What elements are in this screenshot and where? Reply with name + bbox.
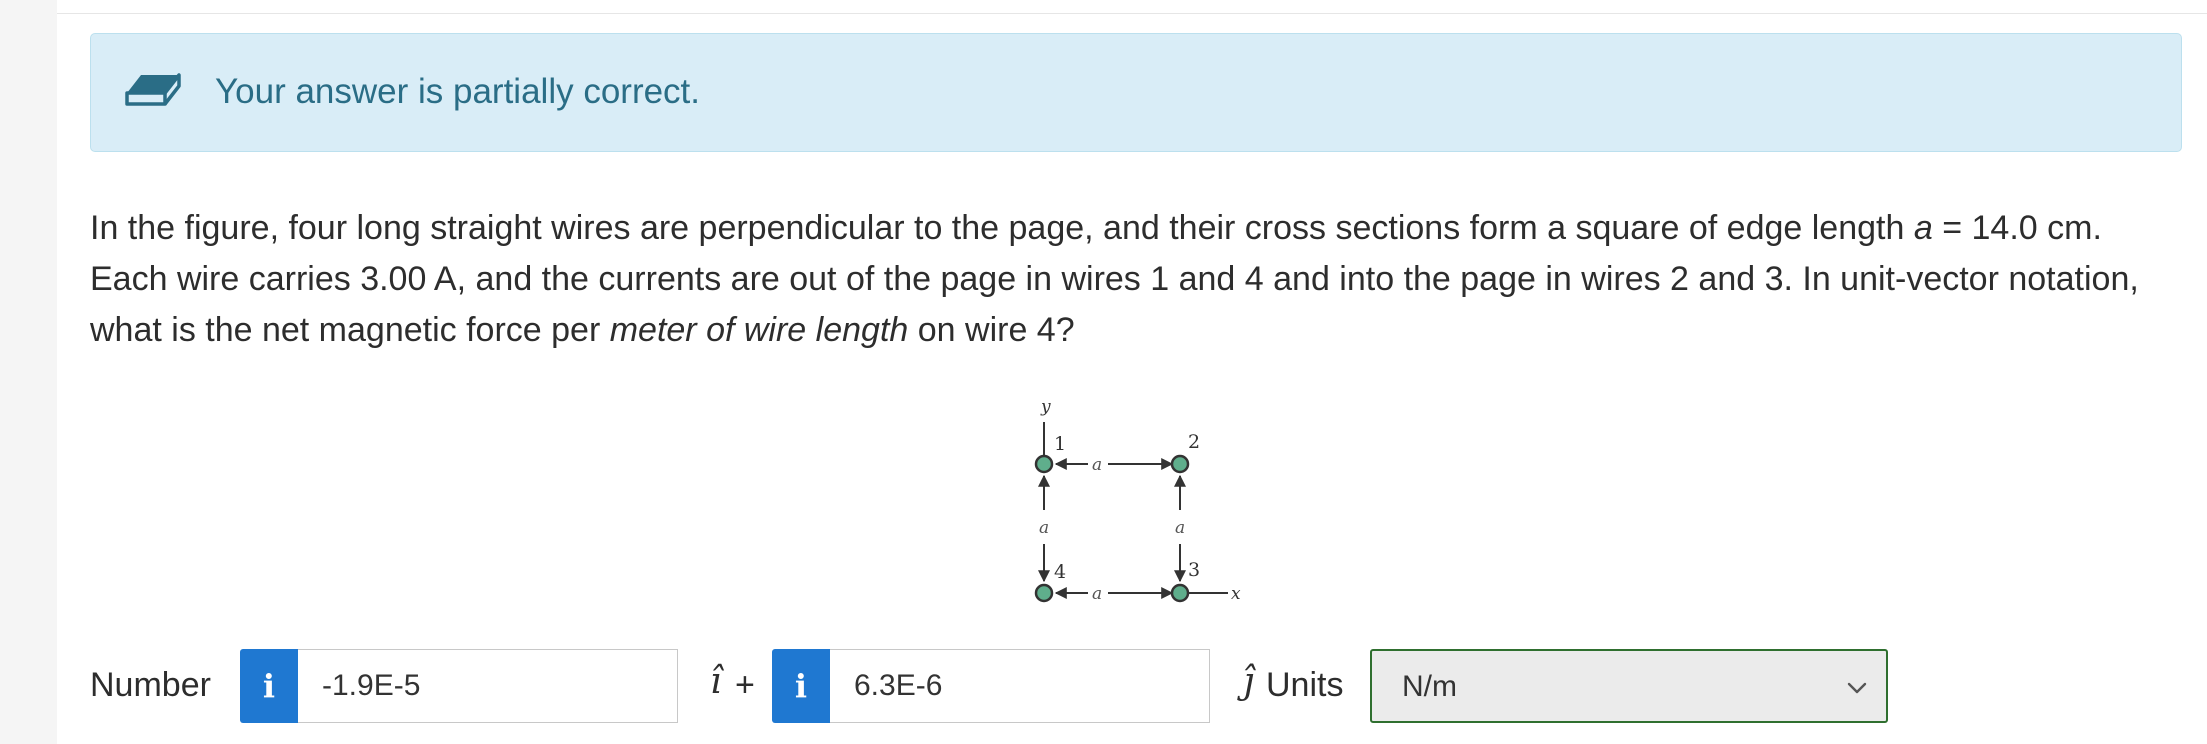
wire-4-marker xyxy=(1034,583,1054,603)
variable-a: a xyxy=(1913,209,1933,247)
question-part-3: on wire 4? xyxy=(908,311,1075,349)
units-label: Units xyxy=(1266,666,1344,704)
number-label: Number xyxy=(90,666,211,704)
eraser-icon xyxy=(125,73,181,106)
feedback-alert: Your answer is partially correct. xyxy=(90,33,2182,152)
question-emphasis: meter of wire length xyxy=(609,311,909,349)
edge-left-label: a xyxy=(1039,518,1049,538)
question-text: In the figure, four long straight wires … xyxy=(90,203,2180,356)
x-axis-label: x xyxy=(1231,584,1241,604)
j-hat-symbol: ĵ xyxy=(1243,661,1255,702)
y-axis-label: y xyxy=(1040,397,1051,417)
info-icon-j-component[interactable]: i xyxy=(772,649,830,723)
left-gutter xyxy=(0,0,57,744)
wire-1-label: 1 xyxy=(1054,433,1066,455)
question-part-1: In the figure, four long straight wires … xyxy=(90,209,1914,247)
j-component-input[interactable] xyxy=(830,649,1210,723)
info-icon-i-component[interactable]: i xyxy=(240,649,298,723)
chevron-down-icon xyxy=(1847,682,1867,694)
edge-right-label: a xyxy=(1175,518,1185,538)
wire-2-label: 2 xyxy=(1188,431,1200,453)
plus-sign: + xyxy=(735,666,755,704)
answer-row: Number i î + i ĵ Units N/m xyxy=(90,649,2190,723)
edge-bottom-label: a xyxy=(1092,584,1102,604)
i-hat-symbol: î xyxy=(710,661,722,702)
wire-2-marker xyxy=(1170,454,1190,474)
wire-1-marker xyxy=(1034,454,1054,474)
top-divider xyxy=(57,13,2207,14)
units-selected-value: N/m xyxy=(1402,670,1457,703)
feedback-message: Your answer is partially correct. xyxy=(215,72,701,111)
units-dropdown[interactable]: N/m xyxy=(1370,649,1888,723)
i-component-input[interactable] xyxy=(298,649,678,723)
wire-3-label: 3 xyxy=(1188,559,1200,581)
edge-top-label: a xyxy=(1092,455,1102,475)
wire-square-figure: y x a a a a 1 2 3 4 xyxy=(1034,397,1241,604)
wire-3-marker xyxy=(1170,583,1190,603)
wire-4-label: 4 xyxy=(1054,561,1066,583)
